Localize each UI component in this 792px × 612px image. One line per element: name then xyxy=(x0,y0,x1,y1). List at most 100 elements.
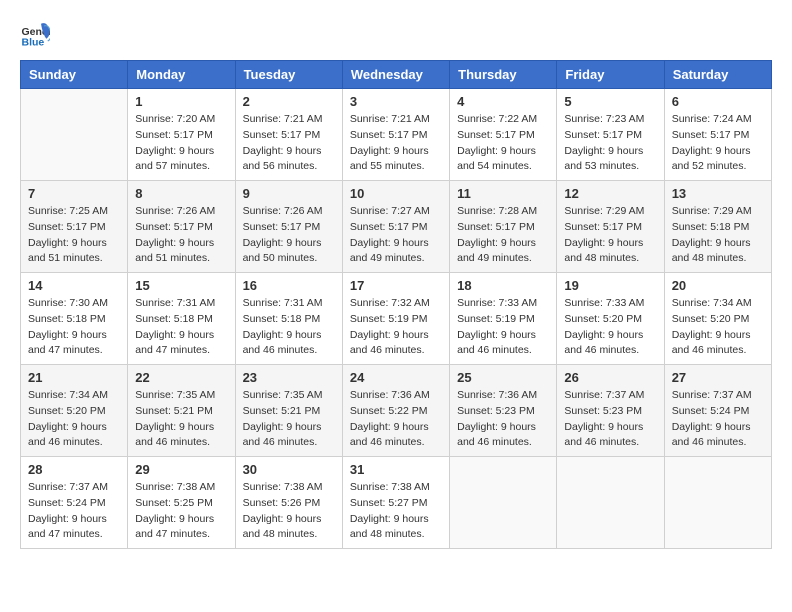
day-cell: 15 Sunrise: 7:31 AMSunset: 5:18 PMDayligh… xyxy=(128,273,235,365)
day-cell: 3 Sunrise: 7:21 AMSunset: 5:17 PMDaylight… xyxy=(342,89,449,181)
day-number: 26 xyxy=(564,370,656,385)
day-cell: 2 Sunrise: 7:21 AMSunset: 5:17 PMDaylight… xyxy=(235,89,342,181)
logo-icon: General Blue xyxy=(20,20,50,50)
day-cell xyxy=(21,89,128,181)
day-info: Sunrise: 7:36 AMSunset: 5:22 PMDaylight:… xyxy=(350,388,442,451)
day-cell: 29 Sunrise: 7:38 AMSunset: 5:25 PMDayligh… xyxy=(128,457,235,549)
svg-text:Blue: Blue xyxy=(22,37,45,49)
week-row-1: 1 Sunrise: 7:20 AMSunset: 5:17 PMDaylight… xyxy=(21,89,772,181)
day-info: Sunrise: 7:34 AMSunset: 5:20 PMDaylight:… xyxy=(672,296,764,359)
day-info: Sunrise: 7:38 AMSunset: 5:27 PMDaylight:… xyxy=(350,480,442,543)
day-cell: 6Sunrise: 7:24 AMSunset: 5:17 PMDaylight… xyxy=(664,89,771,181)
day-info: Sunrise: 7:28 AMSunset: 5:17 PMDaylight:… xyxy=(457,204,549,267)
page-header: General Blue xyxy=(20,20,772,50)
day-number: 4 xyxy=(457,94,549,109)
day-cell: 9 Sunrise: 7:26 AMSunset: 5:17 PMDaylight… xyxy=(235,181,342,273)
day-number: 17 xyxy=(350,278,442,293)
weekday-header-sunday: Sunday xyxy=(21,61,128,89)
day-cell: 27 Sunrise: 7:37 AMSunset: 5:24 PMDayligh… xyxy=(664,365,771,457)
day-cell: 30 Sunrise: 7:38 AMSunset: 5:26 PMDayligh… xyxy=(235,457,342,549)
weekday-header-thursday: Thursday xyxy=(450,61,557,89)
day-info: Sunrise: 7:31 AMSunset: 5:18 PMDaylight:… xyxy=(135,296,227,359)
day-info: Sunrise: 7:32 AMSunset: 5:19 PMDaylight:… xyxy=(350,296,442,359)
logo: General Blue xyxy=(20,20,54,50)
day-cell: 28 Sunrise: 7:37 AMSunset: 5:24 PMDayligh… xyxy=(21,457,128,549)
day-cell: 7 Sunrise: 7:25 AMSunset: 5:17 PMDaylight… xyxy=(21,181,128,273)
day-number: 14 xyxy=(28,278,120,293)
day-number: 10 xyxy=(350,186,442,201)
day-info: Sunrise: 7:29 AMSunset: 5:18 PMDaylight:… xyxy=(672,204,764,267)
day-info: Sunrise: 7:23 AMSunset: 5:17 PMDaylight:… xyxy=(564,112,656,175)
day-info: Sunrise: 7:25 AMSunset: 5:17 PMDaylight:… xyxy=(28,204,120,267)
day-info: Sunrise: 7:27 AMSunset: 5:17 PMDaylight:… xyxy=(350,204,442,267)
weekday-header-monday: Monday xyxy=(128,61,235,89)
day-number: 28 xyxy=(28,462,120,477)
day-cell: 21 Sunrise: 7:34 AMSunset: 5:20 PMDayligh… xyxy=(21,365,128,457)
day-number: 13 xyxy=(672,186,764,201)
day-number: 2 xyxy=(243,94,335,109)
day-cell: 13 Sunrise: 7:29 AMSunset: 5:18 PMDayligh… xyxy=(664,181,771,273)
day-number: 25 xyxy=(457,370,549,385)
weekday-header-saturday: Saturday xyxy=(664,61,771,89)
day-info: Sunrise: 7:33 AMSunset: 5:19 PMDaylight:… xyxy=(457,296,549,359)
day-info: Sunrise: 7:29 AMSunset: 5:17 PMDaylight:… xyxy=(564,204,656,267)
week-row-2: 7 Sunrise: 7:25 AMSunset: 5:17 PMDaylight… xyxy=(21,181,772,273)
week-row-4: 21 Sunrise: 7:34 AMSunset: 5:20 PMDayligh… xyxy=(21,365,772,457)
day-number: 8 xyxy=(135,186,227,201)
day-info: Sunrise: 7:21 AMSunset: 5:17 PMDaylight:… xyxy=(243,112,335,175)
day-info: Sunrise: 7:34 AMSunset: 5:20 PMDaylight:… xyxy=(28,388,120,451)
day-number: 29 xyxy=(135,462,227,477)
calendar-table: SundayMondayTuesdayWednesdayThursdayFrid… xyxy=(20,60,772,549)
day-cell: 26 Sunrise: 7:37 AMSunset: 5:23 PMDayligh… xyxy=(557,365,664,457)
weekday-header-wednesday: Wednesday xyxy=(342,61,449,89)
day-number: 24 xyxy=(350,370,442,385)
day-info: Sunrise: 7:38 AMSunset: 5:26 PMDaylight:… xyxy=(243,480,335,543)
day-info: Sunrise: 7:37 AMSunset: 5:23 PMDaylight:… xyxy=(564,388,656,451)
day-info: Sunrise: 7:22 AMSunset: 5:17 PMDaylight:… xyxy=(457,112,549,175)
day-cell: 16 Sunrise: 7:31 AMSunset: 5:18 PMDayligh… xyxy=(235,273,342,365)
day-info: Sunrise: 7:37 AMSunset: 5:24 PMDaylight:… xyxy=(28,480,120,543)
day-info: Sunrise: 7:38 AMSunset: 5:25 PMDaylight:… xyxy=(135,480,227,543)
day-info: Sunrise: 7:33 AMSunset: 5:20 PMDaylight:… xyxy=(564,296,656,359)
day-number: 1 xyxy=(135,94,227,109)
day-cell: 11Sunrise: 7:28 AMSunset: 5:17 PMDayligh… xyxy=(450,181,557,273)
day-info: Sunrise: 7:24 AMSunset: 5:17 PMDaylight:… xyxy=(672,112,764,175)
day-number: 21 xyxy=(28,370,120,385)
day-number: 9 xyxy=(243,186,335,201)
day-cell: 31Sunrise: 7:38 AMSunset: 5:27 PMDayligh… xyxy=(342,457,449,549)
day-cell: 14 Sunrise: 7:30 AMSunset: 5:18 PMDayligh… xyxy=(21,273,128,365)
day-info: Sunrise: 7:26 AMSunset: 5:17 PMDaylight:… xyxy=(135,204,227,267)
day-info: Sunrise: 7:36 AMSunset: 5:23 PMDaylight:… xyxy=(457,388,549,451)
day-cell: 1 Sunrise: 7:20 AMSunset: 5:17 PMDaylight… xyxy=(128,89,235,181)
day-number: 7 xyxy=(28,186,120,201)
day-info: Sunrise: 7:30 AMSunset: 5:18 PMDaylight:… xyxy=(28,296,120,359)
day-number: 27 xyxy=(672,370,764,385)
day-info: Sunrise: 7:37 AMSunset: 5:24 PMDaylight:… xyxy=(672,388,764,451)
day-info: Sunrise: 7:26 AMSunset: 5:17 PMDaylight:… xyxy=(243,204,335,267)
week-row-3: 14 Sunrise: 7:30 AMSunset: 5:18 PMDayligh… xyxy=(21,273,772,365)
day-number: 16 xyxy=(243,278,335,293)
day-cell: 20 Sunrise: 7:34 AMSunset: 5:20 PMDayligh… xyxy=(664,273,771,365)
day-cell: 23 Sunrise: 7:35 AMSunset: 5:21 PMDayligh… xyxy=(235,365,342,457)
day-cell: 18Sunrise: 7:33 AMSunset: 5:19 PMDayligh… xyxy=(450,273,557,365)
day-cell: 8 Sunrise: 7:26 AMSunset: 5:17 PMDaylight… xyxy=(128,181,235,273)
day-cell: 24 Sunrise: 7:36 AMSunset: 5:22 PMDayligh… xyxy=(342,365,449,457)
day-cell xyxy=(664,457,771,549)
day-number: 3 xyxy=(350,94,442,109)
day-cell: 10 Sunrise: 7:27 AMSunset: 5:17 PMDayligh… xyxy=(342,181,449,273)
day-cell: 5 Sunrise: 7:23 AMSunset: 5:17 PMDaylight… xyxy=(557,89,664,181)
day-number: 5 xyxy=(564,94,656,109)
day-cell: 12 Sunrise: 7:29 AMSunset: 5:17 PMDayligh… xyxy=(557,181,664,273)
day-info: Sunrise: 7:21 AMSunset: 5:17 PMDaylight:… xyxy=(350,112,442,175)
day-info: Sunrise: 7:31 AMSunset: 5:18 PMDaylight:… xyxy=(243,296,335,359)
day-info: Sunrise: 7:20 AMSunset: 5:17 PMDaylight:… xyxy=(135,112,227,175)
day-number: 15 xyxy=(135,278,227,293)
day-number: 23 xyxy=(243,370,335,385)
day-number: 20 xyxy=(672,278,764,293)
day-info: Sunrise: 7:35 AMSunset: 5:21 PMDaylight:… xyxy=(243,388,335,451)
day-number: 30 xyxy=(243,462,335,477)
day-cell xyxy=(557,457,664,549)
day-cell: 17 Sunrise: 7:32 AMSunset: 5:19 PMDayligh… xyxy=(342,273,449,365)
day-number: 12 xyxy=(564,186,656,201)
weekday-header-row: SundayMondayTuesdayWednesdayThursdayFrid… xyxy=(21,61,772,89)
